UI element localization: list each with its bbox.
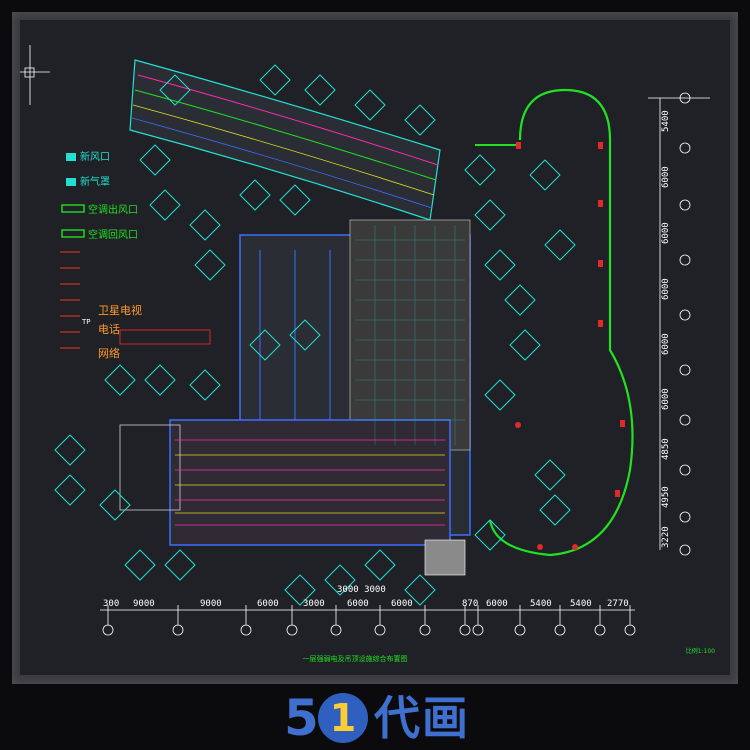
dim-bottom-8: 870 — [462, 599, 478, 609]
dim-bottom-1: 300 — [103, 599, 119, 609]
dim-bottom-12: 2770 — [607, 599, 629, 609]
legend-item-fresh-air: 新风口 — [80, 152, 110, 163]
cad-canvas: 300 9000 9000 6000 3000 6000 6000 870 60… — [20, 20, 730, 675]
right-dimension-labels: 5400 6000 6000 6000 6000 6000 4850 4950 … — [661, 110, 671, 548]
dim-right-8: 4950 — [661, 486, 671, 508]
dim-bottom-2: 9000 — [133, 599, 155, 609]
dim-right-5: 6000 — [661, 333, 671, 355]
legend-item-supply-vent: 空调出风口 — [88, 205, 138, 216]
legend-line-satellite-tv: 卫星电视 — [98, 304, 142, 317]
dim-right-7: 4850 — [661, 438, 671, 460]
dim-bottom-4: 6000 — [257, 599, 279, 609]
legend-item-exhaust-hood: 新气罩 — [80, 177, 110, 188]
scale-note: 比例1:100 — [686, 647, 715, 655]
dim-bottom-6: 6000 — [347, 599, 369, 609]
dim-bottom-7: 6000 — [391, 599, 413, 609]
legend-item-return-vent: 空调回风口 — [88, 230, 138, 241]
dim-right-2: 6000 — [661, 166, 671, 188]
dim-bottom-11: 5400 — [570, 599, 592, 609]
dim-bottom-pair: 3000 3000 — [337, 585, 386, 595]
legend-line-network: 网络 — [98, 347, 120, 360]
bottom-dimension-line — [100, 605, 636, 636]
legend-line-tp: TP — [82, 318, 91, 326]
logo-text: 代画 — [374, 691, 470, 745]
outdoor-oval-boundary — [488, 88, 634, 557]
bottom-dimension-labels: 300 9000 9000 6000 3000 6000 6000 870 60… — [103, 585, 629, 609]
logo-circle: 1 — [318, 693, 368, 743]
dim-bottom-3: 9000 — [200, 599, 222, 609]
floor-plan-svg: 300 9000 9000 6000 3000 6000 6000 870 60… — [20, 45, 715, 663]
dim-bottom-9: 6000 — [486, 599, 508, 609]
dim-right-3: 6000 — [661, 222, 671, 244]
dim-right-6: 6000 — [661, 388, 671, 410]
right-dimension-line — [648, 92, 710, 556]
dim-right-1: 5400 — [661, 110, 671, 132]
dim-right-9: 3220 — [661, 526, 671, 548]
curved-wing — [129, 59, 441, 221]
dim-bottom-5: 3000 — [303, 599, 325, 609]
outdoor-lamps — [515, 142, 625, 550]
drawing-title: 一层强弱电及吊顶设施综合布置图 — [303, 654, 408, 663]
ucs-crosshair — [20, 45, 50, 105]
dim-bottom-10: 5400 — [530, 599, 552, 609]
logo-number: 5 — [284, 689, 319, 747]
legend-line-telephone: 电话 — [98, 323, 120, 336]
dim-right-4: 6000 — [661, 278, 671, 300]
